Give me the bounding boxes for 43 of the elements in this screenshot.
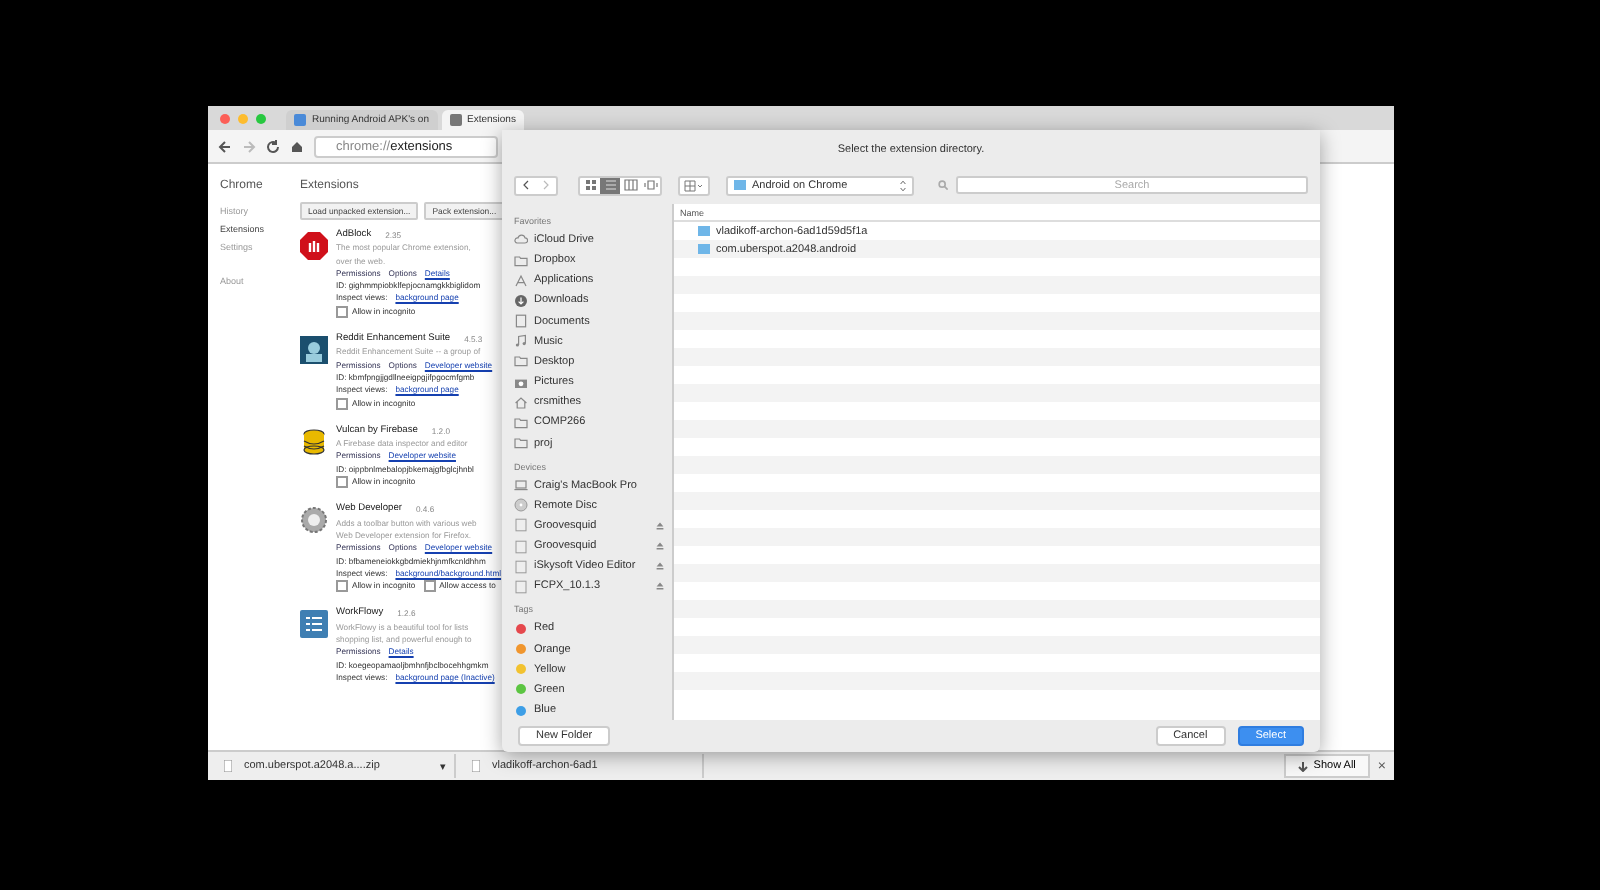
view-mode-button[interactable] <box>600 177 620 193</box>
view-mode-button[interactable] <box>580 177 600 193</box>
view-mode-button[interactable] <box>620 177 640 193</box>
page-favicon-icon <box>294 114 306 126</box>
view-mode-button[interactable] <box>640 177 660 193</box>
chevron-right-icon <box>542 180 550 190</box>
database-icon <box>300 427 328 456</box>
folder-icon <box>514 354 528 369</box>
music-note-icon <box>514 334 528 349</box>
document-icon <box>514 314 528 329</box>
eject-icon[interactable] <box>656 562 664 571</box>
column-view-icon <box>623 178 637 192</box>
list-logo-icon <box>300 610 328 639</box>
list-view-icon <box>603 178 617 192</box>
folder-icon <box>514 253 528 268</box>
download-icon <box>514 293 528 308</box>
icon-view-icon <box>583 178 597 192</box>
eject-icon[interactable] <box>656 542 664 551</box>
camera-icon <box>514 375 528 390</box>
cloud-icon <box>514 232 528 247</box>
puzzle-icon <box>449 114 461 126</box>
gear-icon <box>300 506 328 535</box>
download-arrow-icon <box>1297 761 1308 771</box>
up-down-arrows-icon <box>900 179 906 191</box>
file-icon <box>224 760 232 772</box>
laptop-icon <box>514 478 528 493</box>
stop-hand-icon <box>300 232 328 260</box>
disc-icon <box>514 498 528 513</box>
cover-view-icon <box>643 178 657 192</box>
file-icon <box>472 760 480 772</box>
home-icon[interactable] <box>290 139 304 153</box>
close-window-button[interactable] <box>220 113 230 123</box>
folder-icon <box>734 180 746 190</box>
back-icon[interactable] <box>218 139 232 153</box>
home-icon <box>514 395 528 410</box>
zoom-window-button[interactable] <box>256 113 266 123</box>
eject-icon[interactable] <box>656 521 664 530</box>
reload-icon[interactable] <box>266 139 280 153</box>
apps-icon <box>514 273 528 288</box>
eject-icon[interactable] <box>656 582 664 591</box>
chevron-left-icon <box>522 180 530 190</box>
search-icon <box>938 180 948 190</box>
forward-icon[interactable] <box>242 139 256 153</box>
